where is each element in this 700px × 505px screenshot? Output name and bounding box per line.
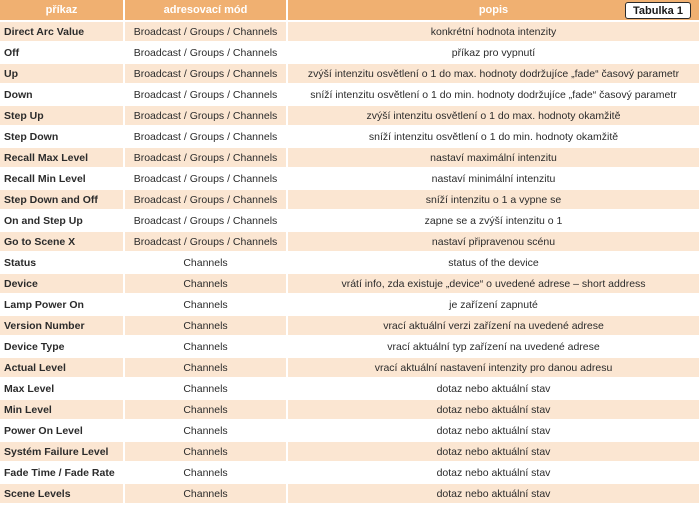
table-row: Direct Arc Value Broadcast / Groups / Cha…: [0, 22, 699, 41]
cell-description: dotaz nebo aktuální stav: [288, 463, 699, 482]
cell-command: Min Level: [0, 400, 123, 419]
cell-mode: Broadcast / Groups / Channels: [125, 232, 286, 251]
cell-description: konkrétní hodnota intenzity: [288, 22, 699, 41]
table-row: Go to Scene X Broadcast / Groups / Channe…: [0, 232, 699, 251]
cell-command: Status: [0, 253, 123, 272]
table-row: Recall Min Level Broadcast / Groups / Cha…: [0, 169, 699, 188]
cell-mode: Broadcast / Groups / Channels: [125, 211, 286, 230]
table-row: Actual Level Channels vrací aktuální nasta…: [0, 358, 699, 377]
cell-mode: Channels: [125, 484, 286, 503]
cell-mode: Channels: [125, 274, 286, 293]
cell-description: dotaz nebo aktuální stav: [288, 379, 699, 398]
cell-command: Systém Failure Level: [0, 442, 123, 461]
cell-description: je zařízení zapnuté: [288, 295, 699, 314]
table-row: Device Type Channels vrací aktuální typ za…: [0, 337, 699, 356]
cell-command: Up: [0, 64, 123, 83]
cell-description: dotaz nebo aktuální stav: [288, 421, 699, 440]
cell-mode: Channels: [125, 253, 286, 272]
cell-mode: Channels: [125, 400, 286, 419]
cell-mode: Broadcast / Groups / Channels: [125, 169, 286, 188]
cell-command: Down: [0, 85, 123, 104]
table-row: Step Down Broadcast / Groups / Channels sn…: [0, 127, 699, 146]
cell-description: zvýší intenzitu osvětlení o 1 do max. ho…: [288, 106, 699, 125]
table-row: Scene Levels Channels dotaz nebo aktuální …: [0, 484, 699, 503]
cell-command: Direct Arc Value: [0, 22, 123, 41]
cell-mode: Channels: [125, 358, 286, 377]
cell-mode: Channels: [125, 442, 286, 461]
cell-description: vrací aktuální nastavení intenzity pro d…: [288, 358, 699, 377]
cell-command: Scene Levels: [0, 484, 123, 503]
command-table: příkaz adresovací mód popis Direct Arc V…: [0, 0, 700, 505]
cell-mode: Broadcast / Groups / Channels: [125, 190, 286, 209]
cell-description: dotaz nebo aktuální stav: [288, 484, 699, 503]
cell-mode: Broadcast / Groups / Channels: [125, 43, 286, 62]
cell-mode: Broadcast / Groups / Channels: [125, 148, 286, 167]
table-row: Systém Failure Level Channels dotaz nebo a…: [0, 442, 699, 461]
cell-description: příkaz pro vypnutí: [288, 43, 699, 62]
cell-command: Fade Time / Fade Rate: [0, 463, 123, 482]
cell-mode: Channels: [125, 337, 286, 356]
cell-command: Step Down: [0, 127, 123, 146]
table-badge: Tabulka 1: [625, 2, 691, 19]
header-command: příkaz: [0, 0, 123, 20]
cell-mode: Channels: [125, 316, 286, 335]
cell-command: Lamp Power On: [0, 295, 123, 314]
cell-description: sníží intenzitu o 1 a vypne se: [288, 190, 699, 209]
cell-description: nastaví minimální intenzitu: [288, 169, 699, 188]
header-mode: adresovací mód: [125, 0, 286, 20]
cell-command: Device: [0, 274, 123, 293]
cell-mode: Channels: [125, 463, 286, 482]
table-row: Up Broadcast / Groups / Channels zvýší int…: [0, 64, 699, 83]
table-row: Off Broadcast / Groups / Channels příkaz p…: [0, 43, 699, 62]
cell-command: Recall Min Level: [0, 169, 123, 188]
table-row: Step Down and Off Broadcast / Groups / Ch…: [0, 190, 699, 209]
cell-description: sníží intenzitu osvětlení o 1 do min. ho…: [288, 85, 699, 104]
cell-description: zvýší intenzitu osvětlení o 1 do max. ho…: [288, 64, 699, 83]
cell-description: status of the device: [288, 253, 699, 272]
cell-description: nastaví připravenou scénu: [288, 232, 699, 251]
cell-description: vrací aktuální typ zařízení na uvedené a…: [288, 337, 699, 356]
cell-description: sníží intenzitu osvětlení o 1 do min. ho…: [288, 127, 699, 146]
cell-description: vrací aktuální verzi zařízení na uvedené…: [288, 316, 699, 335]
table-row: Version Number Channels vrací aktuální ver…: [0, 316, 699, 335]
cell-mode: Broadcast / Groups / Channels: [125, 22, 286, 41]
cell-command: Recall Max Level: [0, 148, 123, 167]
cell-description: zapne se a zvýší intenzitu o 1: [288, 211, 699, 230]
table-body: Direct Arc Value Broadcast / Groups / Cha…: [0, 22, 699, 503]
cell-command: Step Down and Off: [0, 190, 123, 209]
cell-command: Actual Level: [0, 358, 123, 377]
cell-mode: Channels: [125, 379, 286, 398]
table-row: Device Channels vrátí info, zda existuje „…: [0, 274, 699, 293]
table-row: Power On Level Channels dotaz nebo aktuáln…: [0, 421, 699, 440]
table-row: Step Up Broadcast / Groups / Channels zvýš…: [0, 106, 699, 125]
table-row: On and Step Up Broadcast / Groups / Chann…: [0, 211, 699, 230]
cell-mode: Broadcast / Groups / Channels: [125, 127, 286, 146]
cell-mode: Broadcast / Groups / Channels: [125, 106, 286, 125]
table-row: Max Level Channels dotaz nebo aktuální sta…: [0, 379, 699, 398]
table-row: Fade Time / Fade Rate Channels dotaz nebo …: [0, 463, 699, 482]
cell-command: Version Number: [0, 316, 123, 335]
table-row: Recall Max Level Broadcast / Groups / Cha…: [0, 148, 699, 167]
table-row: Lamp Power On Channels je zařízení zapnuté: [0, 295, 699, 314]
cell-description: nastaví maximální intenzitu: [288, 148, 699, 167]
cell-command: Go to Scene X: [0, 232, 123, 251]
cell-command: Max Level: [0, 379, 123, 398]
document-page: příkaz adresovací mód popis Direct Arc V…: [0, 0, 700, 503]
table-header-row: příkaz adresovací mód popis: [0, 0, 699, 20]
cell-description: dotaz nebo aktuální stav: [288, 442, 699, 461]
cell-command: Device Type: [0, 337, 123, 356]
table-row: Status Channels status of the device: [0, 253, 699, 272]
cell-command: Step Up: [0, 106, 123, 125]
cell-command: Power On Level: [0, 421, 123, 440]
cell-mode: Channels: [125, 421, 286, 440]
cell-description: vrátí info, zda existuje „device“ o uved…: [288, 274, 699, 293]
cell-description: dotaz nebo aktuální stav: [288, 400, 699, 419]
cell-mode: Broadcast / Groups / Channels: [125, 64, 286, 83]
cell-command: On and Step Up: [0, 211, 123, 230]
cell-command: Off: [0, 43, 123, 62]
table-row: Min Level Channels dotaz nebo aktuální sta…: [0, 400, 699, 419]
cell-mode: Channels: [125, 295, 286, 314]
table-row: Down Broadcast / Groups / Channels sníží i…: [0, 85, 699, 104]
cell-mode: Broadcast / Groups / Channels: [125, 85, 286, 104]
